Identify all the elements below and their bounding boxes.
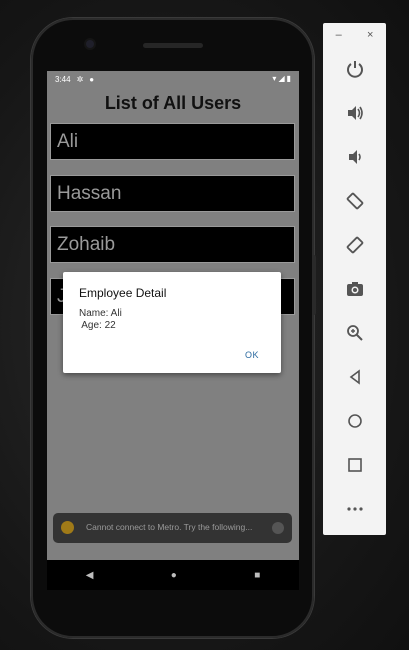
power-side-button[interactable] [312,255,316,315]
user-row-hassan[interactable]: Hassan [50,175,295,212]
volume-up-icon[interactable] [335,101,375,125]
user-name: Ali [57,130,79,152]
dialog-title: Employee Detail [79,286,167,300]
power-icon[interactable] [335,57,375,81]
status-time: 3:44 [55,74,71,84]
employee-detail-dialog: Employee Detail Name: Ali Age: 22 OK [63,272,281,373]
rotate-left-icon[interactable] [335,189,375,213]
panel-window-controls: – × [323,29,386,41]
warning-icon [61,521,74,534]
wifi-icon: ▾ [272,74,277,83]
nav-home-icon[interactable]: ● [171,570,177,581]
dialog-name-line: Name: Ali [79,308,122,319]
page-title: List of All Users [104,93,242,113]
status-bar: 3:44 ✲ ● ▾ ◢ ▮ [47,71,299,87]
nav-back-icon[interactable]: ◀ [86,570,94,581]
minimize-button[interactable]: – [336,29,342,41]
user-name: Zohaib [57,233,116,255]
front-camera [86,40,94,48]
rotate-right-icon[interactable] [335,233,375,257]
notification-status-icon: ● [89,74,95,84]
back-icon[interactable] [335,365,375,389]
more-icon[interactable] [335,497,375,521]
android-nav-bar: ◀ ● ■ [47,560,299,590]
signal-icon: ◢ [278,74,285,83]
status-right-icons: ▾ ◢ ▮ [272,74,291,83]
earpiece-speaker [143,43,203,48]
emulator-control-panel: – × [323,23,386,535]
device-screen: 3:44 ✲ ● ▾ ◢ ▮ List of All Users Ali Has… [47,71,299,560]
dialog-age-line: Age: 22 [79,320,116,331]
toast-message: Cannot connect to Metro. Try the followi… [86,522,253,532]
close-button[interactable]: × [367,29,373,41]
dialog-ok-button[interactable]: OK [245,350,259,360]
zoom-icon[interactable] [335,321,375,345]
overview-icon[interactable] [335,453,375,477]
toast-close-icon[interactable] [272,522,284,534]
volume-down-icon[interactable] [335,145,375,169]
user-row-ali[interactable]: Ali [50,123,295,160]
camera-icon[interactable] [335,277,375,301]
settings-status-icon: ✲ [76,74,84,84]
user-name: Hassan [57,182,122,204]
home-icon[interactable] [335,409,375,433]
battery-icon: ▮ [286,74,291,83]
user-row-zohaib[interactable]: Zohaib [50,226,295,263]
nav-overview-icon[interactable]: ■ [254,570,260,581]
metro-warning-toast[interactable]: Cannot connect to Metro. Try the followi… [53,513,292,543]
